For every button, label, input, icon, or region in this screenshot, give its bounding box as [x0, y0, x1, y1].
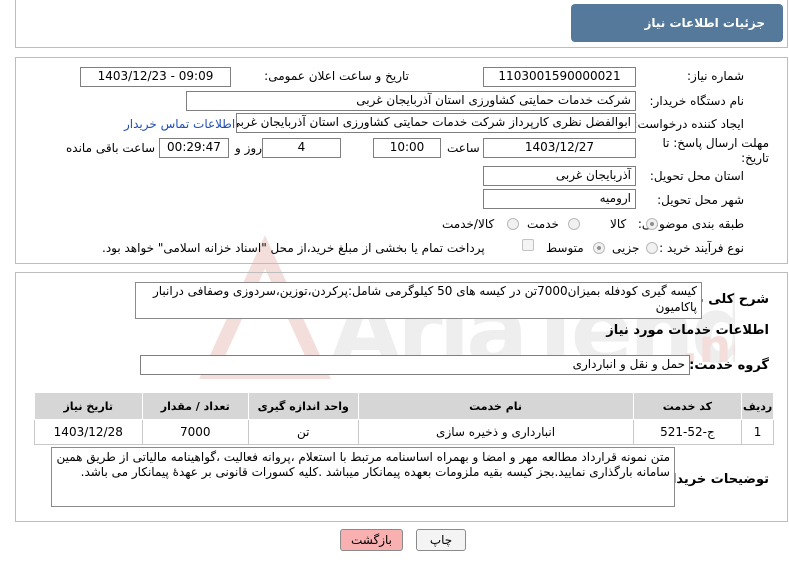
days-label: روز و: [235, 141, 262, 155]
process-option-minor: جزیی: [612, 241, 640, 255]
summary-text: کیسه گیری کودفله بمیزان7000تن در کیسه ها…: [152, 284, 697, 314]
cell-row-number: 1: [741, 419, 774, 445]
city-field: ارومیه: [483, 189, 636, 209]
category-option-service: خدمت: [527, 217, 559, 231]
buyer-contact-link[interactable]: اطلاعات تماس خریدار: [124, 117, 235, 131]
deadline-label: مهلت ارسال پاسخ: تا تاریخ:: [662, 136, 769, 165]
buyer-org-field: شرکت خدمات حمایتی کشاورزی استان آذربایجا…: [186, 91, 636, 111]
category-radio-service[interactable]: [568, 218, 580, 230]
back-button[interactable]: بازگشت: [340, 529, 403, 551]
process-option-medium: متوسط: [546, 241, 584, 255]
col-row-number: ردیف: [741, 392, 774, 420]
time-remaining-label: ساعت باقی مانده: [66, 141, 156, 155]
service-group-label: گروه خدمت:: [689, 358, 769, 373]
header-panel: جزئیات اطلاعات نیاز: [15, 0, 788, 48]
buyer-notes-text: متن نمونه قرارداد مطالعه مهر و امضا و به…: [56, 450, 670, 479]
summary-textarea: کیسه گیری کودفله بمیزان7000تن در کیسه ها…: [135, 282, 702, 319]
page-title: جزئیات اطلاعات نیاز: [571, 4, 783, 42]
buyer-notes-textarea: متن نمونه قرارداد مطالعه مهر و امضا و به…: [51, 447, 675, 507]
province-field: آذربایجان غربی: [483, 166, 636, 186]
category-radio-goods[interactable]: [646, 218, 658, 230]
process-type-label: نوع فرآیند خرید :: [659, 241, 744, 255]
print-button[interactable]: چاپ: [416, 529, 466, 551]
deadline-time-label: ساعت: [447, 141, 480, 155]
cell-service-name: انبارداری و ذخیره سازی: [357, 419, 634, 445]
cell-need-date: 1403/12/28: [34, 419, 143, 445]
process-radio-medium[interactable]: [593, 242, 605, 254]
treasury-payment-checkbox[interactable]: [522, 239, 534, 251]
cell-unit: تن: [247, 419, 359, 445]
announce-date-field: 1403/12/23 - 09:09: [80, 67, 231, 87]
cell-service-code: ج-52-521: [632, 419, 743, 445]
category-option-goods: کالا: [610, 217, 627, 231]
col-quantity: تعداد / مقدار: [141, 392, 249, 420]
need-number-field: 1103001590000021: [483, 67, 636, 87]
table-header-row: ردیف کد خدمت نام خدمت واحد اندازه گیری ت…: [34, 392, 774, 420]
days-remaining-field: 4: [262, 138, 341, 158]
requester-field: ابوالفضل نظری کارپرداز شرکت خدمات حمایتی…: [236, 113, 636, 133]
services-heading: اطلاعات خدمات مورد نیاز: [606, 323, 769, 338]
col-need-date: تاریخ نیاز: [34, 392, 143, 420]
cell-quantity: 7000: [141, 419, 249, 445]
requester-label: ایجاد کننده درخواست:: [633, 117, 744, 131]
time-remaining-field: 00:29:47: [159, 138, 229, 158]
province-label: استان محل تحویل:: [649, 169, 744, 183]
treasury-payment-note: پرداخت تمام یا بخشی از مبلغ خرید،از محل …: [102, 241, 485, 255]
services-table: ردیف کد خدمت نام خدمت واحد اندازه گیری ت…: [34, 392, 774, 445]
service-group-field: حمل و نقل و انبارداری: [140, 355, 690, 375]
need-number-label: شماره نیاز:: [687, 69, 744, 83]
announce-date-label: تاریخ و ساعت اعلان عمومی:: [264, 69, 409, 83]
table-row: 1 ج-52-521 انبارداری و ذخیره سازی تن 700…: [34, 419, 774, 445]
buyer-org-label: نام دستگاه خریدار:: [649, 94, 745, 108]
deadline-time-field: 10:00: [373, 138, 441, 158]
city-label: شهر محل تحویل:: [657, 193, 744, 207]
process-radio-minor[interactable]: [646, 242, 658, 254]
col-service-code: کد خدمت: [632, 392, 743, 420]
deadline-date-field: 1403/12/27: [483, 138, 636, 158]
col-unit: واحد اندازه گیری: [247, 392, 359, 420]
category-radio-goods-service[interactable]: [507, 218, 519, 230]
buyer-notes-label: توضیحات خریدار:: [659, 472, 769, 487]
category-option-goods-service: کالا/خدمت: [442, 217, 495, 231]
col-service-name: نام خدمت: [357, 392, 634, 420]
